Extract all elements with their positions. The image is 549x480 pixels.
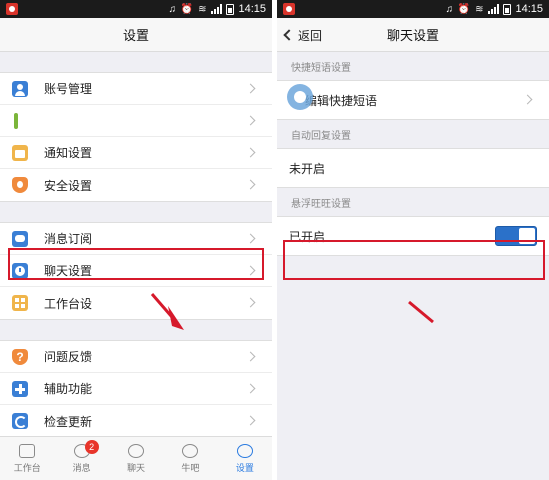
settings-item-account[interactable]: 账号管理 [0,73,272,105]
chevron-left-icon [283,29,295,41]
gear-icon [236,443,253,458]
chevron-right-icon [245,297,256,308]
tab-label: 牛吧 [181,462,200,473]
quick-phrase-group: 编辑快捷短语 [277,80,549,120]
settings-item-label: 问题反馈 [44,350,93,364]
section-header: 快捷短语设置 [291,62,351,74]
pointer-arrow-icon [150,293,184,330]
auto-reply-row[interactable]: 未开启 [277,149,549,187]
page-title-bar: 设置 [0,18,272,52]
settings-item-label: 检查更新 [44,414,93,429]
highlight-box [8,248,264,280]
chevron-right-icon [245,233,256,244]
settings-item-label: 通知设置 [44,146,93,160]
tab-label: 设置 [235,462,254,473]
settings-screen: ♫ ⏰ ≋ 14:15 设置 账号管理 通知设置 安全设置 消息订阅 聊天设置 … [0,0,272,480]
chevron-right-icon [245,179,256,190]
status-bar: ♫ ⏰ ≋ 14:15 [0,0,272,18]
settings-item-label: 安全设置 [44,178,93,193]
settings-item-label: 辅助功能 [44,382,93,396]
back-label: 返回 [298,28,323,43]
app-notification-icon [283,3,295,15]
auto-reply-group: 未开启 [277,148,549,188]
tab-workbench[interactable]: 工作台 [0,437,54,480]
bottom-tab-bar: 工作台 2 消息 聊天 牛吧 设置 [0,436,272,480]
page-title: 设置 [122,28,149,43]
settings-item-workbench[interactable]: 工作台设 [0,287,272,319]
status-time: 14:15 [515,3,543,15]
tab-forum[interactable]: 牛吧 [163,437,217,480]
chevron-right-icon [245,115,256,126]
shield-icon [12,177,28,193]
tab-label: 聊天 [127,462,146,473]
unread-badge: 2 [84,440,99,454]
signal-icon [211,4,223,14]
plus-icon [12,380,28,397]
chevron-right-icon [522,94,533,105]
chat-settings-screen: ♫ ⏰ ≋ 14:15 返回 聊天设置 快捷短语设置 编辑快捷短语 自动回复设置… [277,0,549,480]
message-icon [12,230,28,247]
question-icon [12,348,28,365]
app-notification-icon [6,3,18,15]
tab-messages[interactable]: 2 消息 [54,437,108,480]
pointer-arrow-icon [408,300,434,324]
settings-item-accessibility[interactable]: 辅助功能 [0,373,272,405]
page-title: 聊天设置 [386,28,439,43]
row-label: 未开启 [289,161,326,176]
edit-quick-phrases-row[interactable]: 编辑快捷短语 [277,81,549,119]
settings-item-label: 消息订阅 [44,232,93,246]
chevron-right-icon [245,383,256,394]
settings-item-notification[interactable]: 通知设置 [0,137,272,169]
status-icons: ♫ ⏰ ≋ [168,3,208,15]
status-time: 14:15 [238,3,266,15]
floating-avatar-icon[interactable] [287,84,313,110]
page-title-bar: 返回 聊天设置 [277,18,549,52]
settings-item-security[interactable]: 安全设置 [0,169,272,201]
signal-icon [488,4,500,14]
folder-icon [12,144,28,161]
green-bar-icon [14,112,18,129]
section-header: 悬浮旺旺设置 [291,198,351,210]
status-icons: ♫ ⏰ ≋ [445,3,485,15]
chat-icon [128,443,145,458]
settings-item-update[interactable]: 检查更新 [0,405,272,437]
status-bar: ♫ ⏰ ≋ 14:15 [277,0,549,18]
settings-item-label: 账号管理 [44,82,93,96]
battery-icon [226,3,235,15]
tab-label: 工作台 [13,462,41,473]
chevron-right-icon [245,415,256,426]
chevron-right-icon [245,351,256,362]
settings-item-feedback[interactable]: 问题反馈 [0,341,272,373]
settings-item-label: 工作台设 [44,296,93,311]
tab-label: 消息 [72,462,91,473]
row-label: 编辑快捷短语 [305,93,378,108]
house-icon [19,443,36,458]
settings-group-account: 账号管理 通知设置 安全设置 [0,72,272,202]
highlight-box [283,240,545,280]
tab-settings[interactable]: 设置 [218,437,272,480]
settings-group-support: 问题反馈 辅助功能 检查更新 [0,340,272,438]
back-button[interactable]: 返回 [283,18,323,52]
settings-item-blank[interactable] [0,105,272,137]
battery-icon [503,3,512,15]
user-icon [12,80,28,97]
tab-chat[interactable]: 聊天 [109,437,163,480]
forum-icon [182,443,199,458]
sync-icon [12,413,28,429]
grid-icon [12,295,28,311]
chevron-right-icon [245,83,256,94]
chevron-right-icon [245,147,256,158]
section-header: 自动回复设置 [291,130,351,142]
